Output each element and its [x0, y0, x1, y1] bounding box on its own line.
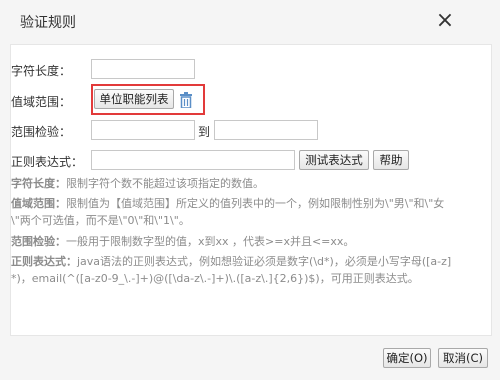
domain-help-term: 值域范围： — [11, 197, 66, 210]
dialog-titlebar: 验证规则 × — [0, 0, 500, 42]
range-to-label: 到 — [198, 125, 211, 139]
length-label: 字符长度： — [11, 64, 72, 78]
domain-label: 值域范围： — [11, 95, 72, 109]
cancel-button[interactable]: 取消(C) — [438, 348, 488, 368]
trash-icon[interactable] — [179, 92, 193, 108]
domain-help-text-2: \"两个可选值，而不是\"0\"和\"1\"。 — [11, 214, 190, 227]
length-help-term: 字符长度： — [11, 177, 66, 190]
regex-help-term: 正则表达式： — [11, 255, 77, 268]
range-label: 范围检验： — [11, 125, 72, 139]
length-input[interactable] — [91, 59, 195, 79]
regex-help-text-2: *)，email(^([a-z0-9_\.-]+)@([\da-z\.-]+)\… — [11, 272, 419, 285]
close-icon[interactable]: × — [432, 10, 458, 34]
range-to-input[interactable] — [214, 120, 318, 140]
range-help-term: 范围检验： — [11, 235, 66, 248]
length-help-text: 限制字符个数不能超过该项指定的数值。 — [66, 177, 264, 190]
regex-help: 正则表达式：java语法的正则表达式，例如想验证必须是数字(\d*)，必须是小写… — [11, 253, 481, 287]
length-help: 字符长度：限制字符个数不能超过该项指定的数值。 — [11, 175, 481, 192]
domain-help-text-1: 限制值为【值域范围】所定义的值列表中的一个，例如限制性别为\"男\"和\"女 — [66, 197, 445, 210]
range-help: 范围检验：一般用于限制数字型的值，x到xx ，代表>=x并且<=xx。 — [11, 233, 481, 250]
dialog-title: 验证规则 — [20, 15, 76, 31]
regex-label: 正则表达式： — [11, 155, 84, 169]
range-help-text: 一般用于限制数字型的值，x到xx ，代表>=x并且<=xx。 — [66, 235, 355, 248]
range-from-input[interactable] — [91, 120, 195, 140]
help-button[interactable]: 帮助 — [373, 150, 409, 170]
test-expression-button[interactable]: 测试表达式 — [299, 150, 369, 170]
domain-list-button[interactable]: 单位职能列表 — [94, 89, 174, 109]
validation-rules-dialog: 验证规则 × 字符长度： 值域范围： 单位职能列表 范围检验： 到 正则表达式：… — [0, 0, 500, 380]
rules-panel: 字符长度： 值域范围： 单位职能列表 范围检验： 到 正则表达式： 测试表达式 … — [10, 44, 492, 336]
regex-help-text-1: java语法的正则表达式，例如想验证必须是数字(\d*)，必须是小写字母([a-… — [77, 255, 452, 268]
domain-help: 值域范围：限制值为【值域范围】所定义的值列表中的一个，例如限制性别为\"男\"和… — [11, 195, 481, 229]
regex-input[interactable] — [91, 150, 295, 170]
ok-button[interactable]: 确定(O) — [383, 348, 431, 368]
